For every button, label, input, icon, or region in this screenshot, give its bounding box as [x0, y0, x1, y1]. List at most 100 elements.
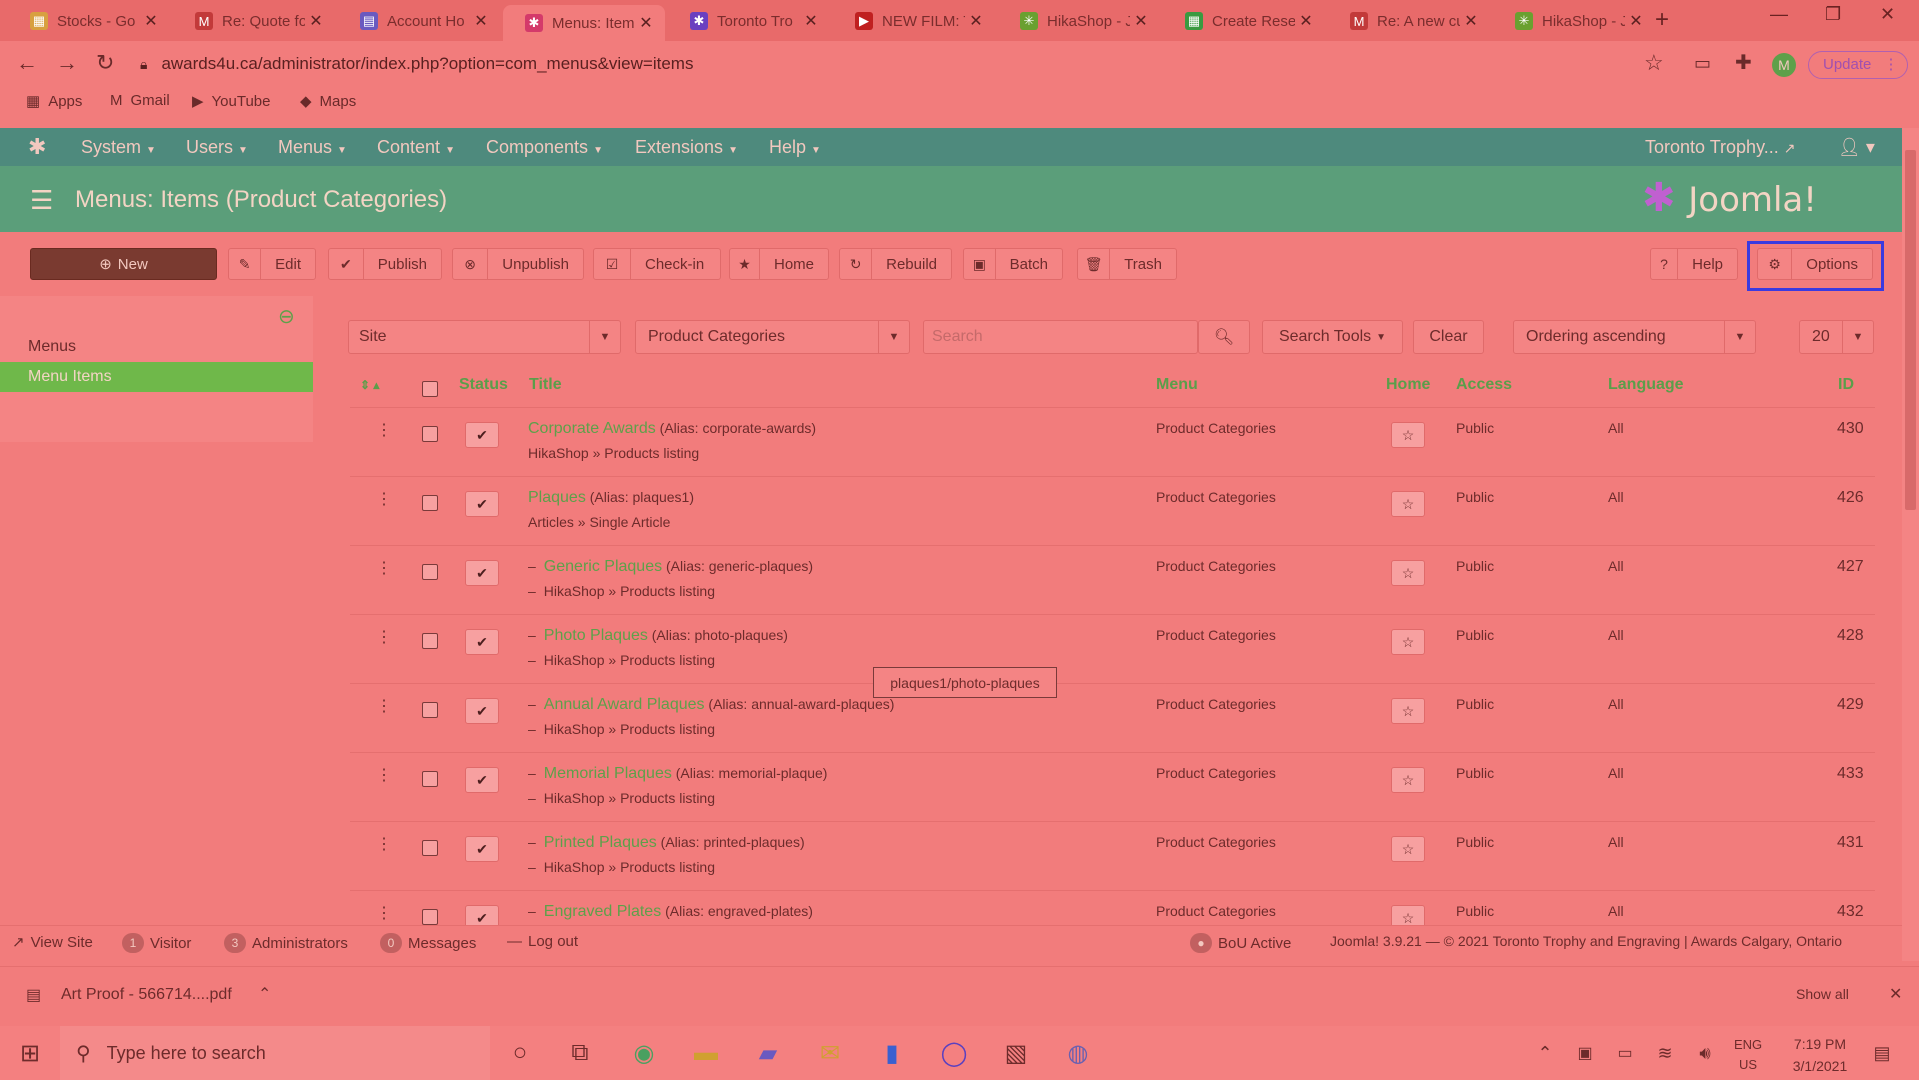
drag-handle-icon[interactable]: ⋮ — [376, 903, 392, 923]
column-language[interactable]: Language — [1608, 376, 1684, 394]
bookmark-star-icon[interactable]: ☆ — [1644, 50, 1664, 76]
bookmark-item[interactable]: ◆ Maps — [300, 92, 356, 111]
nav-item-system[interactable]: System ▼ — [81, 128, 156, 166]
nav-item-components[interactable]: Components ▼ — [486, 128, 603, 166]
publish-button[interactable]: ✔ Publish — [328, 248, 442, 280]
item-title-link[interactable]: Plaques — [528, 489, 586, 506]
office-icon[interactable]: ▮ — [872, 1036, 912, 1070]
browser-tab[interactable]: M Re: A new cu ✕ — [1328, 6, 1490, 36]
close-shelf-icon[interactable]: ✕ — [1889, 984, 1902, 1004]
logout-link[interactable]: — Log out — [507, 933, 578, 950]
store-icon[interactable]: ▰ — [748, 1036, 788, 1070]
item-title-link[interactable]: Memorial Plaques — [544, 765, 672, 782]
home-toggle-button[interactable]: ☆ — [1391, 491, 1425, 517]
menu-select[interactable]: Product Categories ▼ — [635, 320, 910, 354]
status-toggle-button[interactable]: ✔ — [465, 491, 499, 517]
language-indicator[interactable]: ENG US — [1734, 1035, 1762, 1075]
profile-avatar[interactable]: M — [1772, 53, 1796, 77]
cortana-icon[interactable]: ○ — [500, 1036, 540, 1070]
update-button[interactable]: Update ⋮ — [1808, 51, 1908, 79]
wifi-icon[interactable]: ≋ — [1645, 1036, 1685, 1070]
windows-start-icon[interactable]: ⊞ — [10, 1036, 50, 1070]
item-title-link[interactable]: Generic Plaques — [544, 558, 662, 575]
close-tab-icon[interactable]: ✕ — [470, 11, 492, 31]
new-tab-icon[interactable]: + — [1655, 6, 1669, 34]
bou-status[interactable]: ● BoU Active — [1190, 933, 1291, 953]
browser-tab[interactable]: ✳ HikaShop - J ✕ — [1493, 6, 1655, 36]
sort-order-icon[interactable]: ⇕ ▴ — [360, 378, 379, 392]
home-button[interactable]: ★ Home — [729, 248, 829, 280]
maximize-icon[interactable]: ❐ — [1825, 4, 1841, 25]
drag-handle-icon[interactable]: ⋮ — [376, 558, 392, 578]
scrollbar-thumb[interactable] — [1905, 150, 1916, 510]
row-checkbox[interactable] — [422, 909, 438, 925]
status-toggle-button[interactable]: ✔ — [465, 767, 499, 793]
browser-tab[interactable]: ▦ Create Rese ✕ — [1163, 6, 1325, 36]
bookmark-item[interactable]: ▦ Apps — [26, 92, 82, 111]
drag-handle-icon[interactable]: ⋮ — [376, 696, 392, 716]
nav-item-extensions[interactable]: Extensions ▼ — [635, 128, 738, 166]
home-toggle-button[interactable]: ☆ — [1391, 836, 1425, 862]
search-tools-button[interactable]: Search Tools ▼ — [1262, 320, 1403, 354]
opera-icon[interactable]: ◯ — [934, 1036, 974, 1070]
edge-icon[interactable]: ◉ — [624, 1036, 664, 1070]
view-site-link[interactable]: ↗ View Site — [12, 933, 93, 952]
site-select[interactable]: Site ▼ — [348, 320, 621, 354]
bookmark-item[interactable]: M Gmail — [110, 92, 170, 109]
status-toggle-button[interactable]: ✔ — [465, 629, 499, 655]
home-toggle-button[interactable]: ☆ — [1391, 560, 1425, 586]
user-menu-icon[interactable]: 👤︎ ▾ — [1838, 128, 1875, 166]
new-button[interactable]: ⊕ New — [30, 248, 217, 280]
item-title-link[interactable]: Photo Plaques — [544, 627, 648, 644]
taskbar-search[interactable]: ⚲ Type here to search — [60, 1026, 490, 1080]
row-checkbox[interactable] — [422, 840, 438, 856]
close-tab-icon[interactable]: ✕ — [1460, 11, 1482, 31]
ordering-select[interactable]: Ordering ascending ▼ — [1513, 320, 1756, 354]
browser-tab[interactable]: M Re: Quote fo ✕ — [173, 6, 335, 36]
nav-item-help[interactable]: Help ▼ — [769, 128, 821, 166]
chrome-icon[interactable]: ◍ — [1058, 1036, 1098, 1070]
close-tab-icon[interactable]: ✕ — [305, 11, 327, 31]
batch-button[interactable]: ▣ Batch — [963, 248, 1063, 280]
home-toggle-button[interactable]: ☆ — [1391, 629, 1425, 655]
mail-icon[interactable]: ✉ — [810, 1036, 850, 1070]
status-toggle-button[interactable]: ✔ — [465, 560, 499, 586]
drag-handle-icon[interactable]: ⋮ — [376, 627, 392, 647]
home-toggle-button[interactable]: ☆ — [1391, 767, 1425, 793]
close-tab-icon[interactable]: ✕ — [1130, 11, 1152, 31]
drag-handle-icon[interactable]: ⋮ — [376, 489, 392, 509]
browser-tab[interactable]: ▦ Stocks - Go ✕ — [8, 6, 170, 36]
puzzle-icon[interactable]: ✚ — [1735, 50, 1752, 75]
browser-tab[interactable]: ✳ HikaShop - J ✕ — [998, 6, 1160, 36]
extension-icon[interactable]: ▭ — [1694, 53, 1711, 74]
item-title-link[interactable]: Engraved Plates — [544, 903, 661, 920]
joomla-icon[interactable]: ✱ — [28, 134, 46, 160]
edit-button[interactable]: ✎ Edit — [228, 248, 316, 280]
select-all-checkbox[interactable] — [422, 381, 438, 397]
close-tab-icon[interactable]: ✕ — [1295, 11, 1317, 31]
sidebar-item-menus[interactable]: Menus — [0, 332, 313, 362]
drag-handle-icon[interactable]: ⋮ — [376, 420, 392, 440]
forward-icon[interactable]: → — [56, 50, 78, 76]
browser-tab[interactable]: ✱ Toronto Tro ✕ — [668, 6, 830, 36]
notifications-icon[interactable]: ▤ — [1862, 1036, 1902, 1070]
nav-item-content[interactable]: Content ▼ — [377, 128, 455, 166]
status-toggle-button[interactable]: ✔ — [465, 836, 499, 862]
item-title-link[interactable]: Corporate Awards — [528, 420, 656, 437]
rebuild-button[interactable]: ↻ Rebuild — [839, 248, 952, 280]
clear-button[interactable]: Clear — [1413, 320, 1484, 354]
item-title-link[interactable]: Annual Award Plaques — [544, 696, 705, 713]
volume-icon[interactable]: 🔊︎ — [1685, 1036, 1725, 1070]
tray-chevron-icon[interactable]: ⌃ — [1525, 1036, 1565, 1070]
row-checkbox[interactable] — [422, 564, 438, 580]
drag-handle-icon[interactable]: ⋮ — [376, 834, 392, 854]
show-all-button[interactable]: Show all — [1796, 986, 1849, 1002]
row-checkbox[interactable] — [422, 426, 438, 442]
home-toggle-button[interactable]: ☆ — [1391, 698, 1425, 724]
messages-status[interactable]: 0 Messages — [380, 933, 476, 953]
limit-select[interactable]: 20 ▼ — [1799, 320, 1874, 354]
unpublish-button[interactable]: ⊗ Unpublish — [452, 248, 584, 280]
close-tab-icon[interactable]: ✕ — [965, 11, 987, 31]
collapse-sidebar-icon[interactable]: ⊖ — [278, 304, 295, 329]
drag-handle-icon[interactable]: ⋮ — [376, 765, 392, 785]
